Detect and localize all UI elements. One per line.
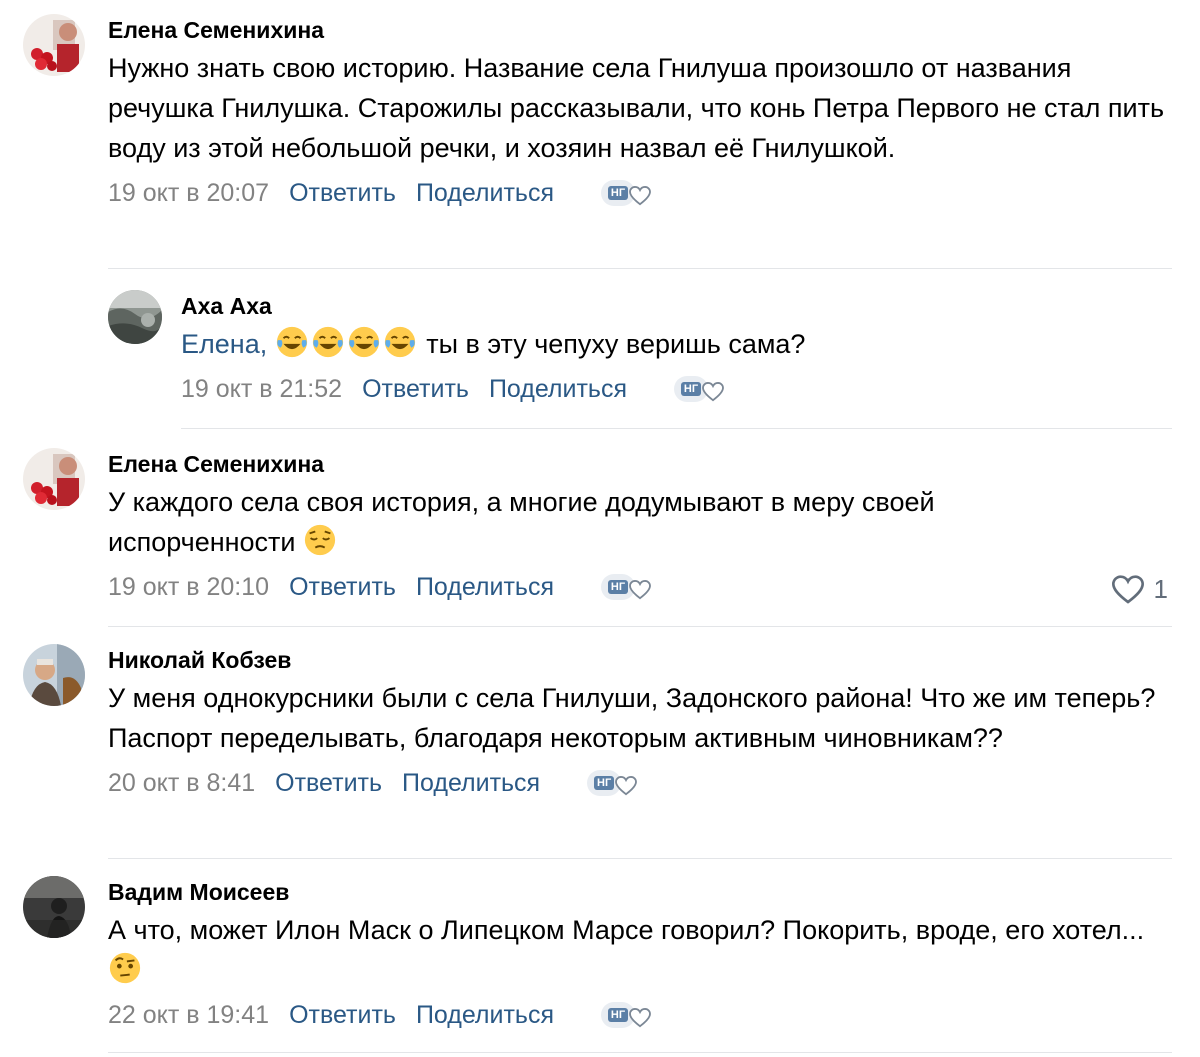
comment-meta: 19 окт в 21:52 Ответить Поделиться НГ bbox=[181, 372, 1171, 406]
comments-thread: Елена Семенихина Нужно знать свою истори… bbox=[0, 0, 1200, 1057]
comment-meta: 20 окт в 8:41 Ответить Поделиться НГ bbox=[108, 766, 1178, 800]
divider bbox=[181, 428, 1172, 429]
comment-text: Елена, ты в эту чепуху веришь сама? bbox=[181, 324, 1171, 364]
mention-link[interactable]: Елена, bbox=[181, 329, 267, 359]
comment-meta: 22 окт в 19:41 Ответить Поделиться НГ bbox=[108, 998, 1178, 1032]
reaction-button[interactable]: НГ bbox=[672, 372, 730, 406]
avatar-roses-image bbox=[23, 448, 85, 510]
comment-text: У меня однокурсники были с села Гнилуши,… bbox=[108, 683, 1156, 753]
heart-icon bbox=[702, 382, 724, 402]
face-with-tears-of-joy-icon bbox=[384, 326, 415, 358]
comment-text-body: А что, может Илон Маск о Липецком Марсе … bbox=[108, 915, 1145, 945]
comment-date[interactable]: 22 окт в 19:41 bbox=[108, 1001, 269, 1030]
avatar-dark-image bbox=[23, 876, 85, 938]
heart-icon bbox=[629, 580, 651, 600]
face-with-tears-of-joy-icon bbox=[312, 326, 343, 358]
share-button[interactable]: Поделиться bbox=[489, 375, 627, 404]
reply-button[interactable]: Ответить bbox=[289, 179, 396, 208]
heart-icon bbox=[629, 1008, 651, 1028]
comment-author[interactable]: Аха Аха bbox=[181, 290, 1171, 322]
share-button[interactable]: Поделиться bbox=[416, 573, 554, 602]
comment-date[interactable]: 19 окт в 20:10 bbox=[108, 573, 269, 602]
comment-text: У каждого села своя история, а многие до… bbox=[108, 482, 1048, 562]
avatar[interactable] bbox=[108, 290, 162, 344]
share-button[interactable]: Поделиться bbox=[402, 769, 540, 798]
reaction-button[interactable]: НГ bbox=[585, 766, 643, 800]
face-with-raised-eyebrow-icon bbox=[109, 952, 141, 984]
reply-button[interactable]: Ответить bbox=[289, 573, 396, 602]
emoji-group bbox=[275, 326, 427, 359]
avatar[interactable] bbox=[23, 14, 85, 76]
avatar-roses-image bbox=[23, 14, 85, 76]
avatar[interactable] bbox=[23, 448, 85, 510]
avatar[interactable] bbox=[23, 644, 85, 706]
comment-meta: 19 окт в 20:07 Ответить Поделиться НГ bbox=[108, 176, 1168, 210]
comment-text-body: ты в эту чепуху веришь сама? bbox=[426, 329, 806, 359]
pensive-face-icon bbox=[304, 524, 336, 556]
divider bbox=[108, 626, 1172, 627]
heart-outline-icon bbox=[1111, 574, 1144, 604]
reaction-button[interactable]: НГ bbox=[599, 570, 657, 604]
reply-button[interactable]: Ответить bbox=[275, 769, 382, 798]
comment-author[interactable]: Николай Кобзев bbox=[108, 644, 1178, 676]
comment-meta: 19 окт в 20:10 Ответить Поделиться НГ bbox=[108, 570, 1168, 604]
share-button[interactable]: Поделиться bbox=[416, 1001, 554, 1030]
comment-text-body: У каждого села своя история, а многие до… bbox=[108, 487, 935, 557]
comment-author[interactable]: Елена Семенихина bbox=[108, 448, 1168, 480]
comment-date[interactable]: 20 окт в 8:41 bbox=[108, 769, 255, 798]
heart-icon bbox=[615, 776, 638, 796]
heart-icon bbox=[629, 186, 651, 206]
comment-author[interactable]: Елена Семенихина bbox=[108, 14, 1168, 46]
avatar[interactable] bbox=[23, 876, 85, 938]
divider bbox=[108, 1052, 1172, 1053]
comment-author[interactable]: Вадим Моисеев bbox=[108, 876, 1178, 908]
divider bbox=[108, 858, 1172, 859]
face-with-tears-of-joy-icon bbox=[348, 326, 379, 358]
comment-text: Нужно знать свою историю. Название села … bbox=[108, 53, 1165, 163]
comment-date[interactable]: 19 окт в 20:07 bbox=[108, 179, 269, 208]
divider bbox=[108, 268, 1172, 269]
like-count: 1 bbox=[1153, 574, 1168, 604]
share-button[interactable]: Поделиться bbox=[416, 179, 554, 208]
reaction-button[interactable]: НГ bbox=[599, 998, 657, 1032]
avatar-landscape-image bbox=[108, 290, 162, 344]
face-with-tears-of-joy-icon bbox=[276, 326, 307, 358]
comment-text: А что, может Илон Маск о Липецком Марсе … bbox=[108, 910, 1148, 990]
like-button[interactable]: 1 bbox=[1111, 574, 1168, 605]
avatar-man-image bbox=[23, 644, 85, 706]
reaction-button[interactable]: НГ bbox=[599, 176, 657, 210]
comment-date[interactable]: 19 окт в 21:52 bbox=[181, 375, 342, 404]
reply-button[interactable]: Ответить bbox=[289, 1001, 396, 1030]
reply-button[interactable]: Ответить bbox=[362, 375, 469, 404]
